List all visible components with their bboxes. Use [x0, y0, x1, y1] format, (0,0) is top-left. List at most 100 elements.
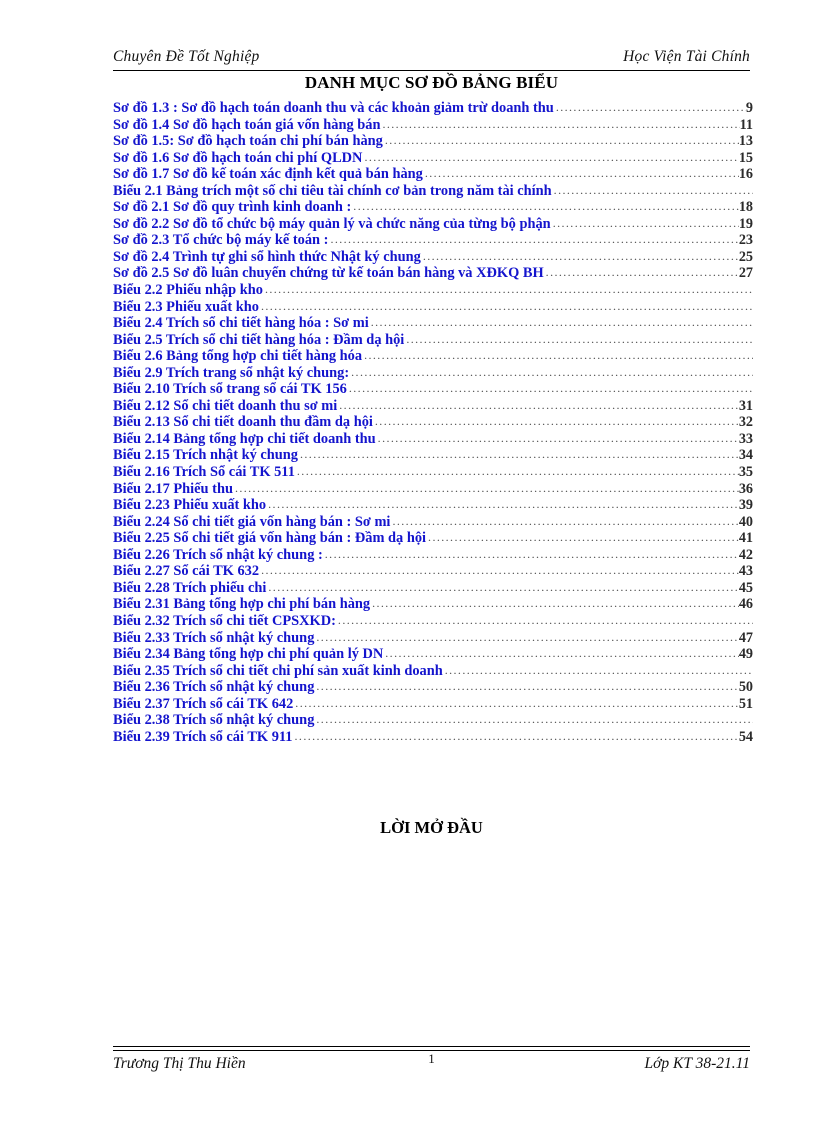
toc-leader-dots	[425, 166, 739, 183]
toc-leader-dots	[378, 431, 739, 448]
toc-entry[interactable]: Biểu 2.17 Phiếu thu 36	[113, 481, 753, 498]
toc-entry-label: Biểu 2.36 Trích sổ nhật ký chung	[113, 679, 315, 696]
toc-entry-label: Sơ đồ 1.3 : Sơ đồ hạch toán doanh thu và…	[113, 100, 554, 116]
toc-leader-dots	[553, 216, 739, 233]
toc-leader-dots	[339, 398, 739, 415]
toc-entry-label: Biểu 2.34 Bảng tổng hợp chi phí quản lý …	[113, 646, 384, 663]
toc-leader-dots	[375, 414, 739, 431]
toc-entry[interactable]: Biểu 2.24 Sổ chi tiết giá vốn hàng bán :…	[113, 514, 753, 531]
toc-leader-dots	[423, 249, 739, 266]
toc-entry[interactable]: Biểu 2.5 Trích sổ chi tiết hàng hóa : Đầ…	[113, 332, 753, 349]
toc-entry-page-number: 25	[738, 248, 753, 265]
toc-entry-label: Biểu 2.39 Trích sổ cái TK 911	[113, 728, 293, 745]
toc-entry-page-number: 51	[738, 695, 753, 712]
toc-entry[interactable]: Biểu 2.31 Bảng tổng hợp chi phí bán hàng…	[113, 596, 753, 613]
toc-entry-label: Biểu 2.31 Bảng tổng hợp chi phí bán hàng	[113, 596, 371, 613]
toc-leader-dots	[316, 630, 738, 647]
toc-entry-page-number: 54	[738, 728, 753, 745]
toc-entry-label: Sơ đồ 1.4 Sơ đồ hạch toán giá vốn hàng b…	[113, 116, 381, 133]
toc-leader-dots	[297, 464, 739, 481]
toc-entry-label: Biểu 2.12 Sổ chi tiết doanh thu sơ mi	[113, 397, 338, 414]
toc-leader-dots	[392, 514, 738, 531]
toc-entry[interactable]: Biểu 2.9 Trích trang sổ nhật ký chung:	[113, 365, 753, 382]
toc-entry[interactable]: Sơ đồ 1.3 : Sơ đồ hạch toán doanh thu và…	[113, 100, 753, 117]
toc-entry-page-number: 31	[738, 397, 753, 414]
toc-entry-label: Biểu 2.15 Trích nhật ký chung	[113, 447, 298, 464]
toc-leader-dots	[556, 100, 746, 117]
toc-entry-label: Biểu 2.17 Phiếu thu	[113, 480, 233, 497]
toc-leader-dots	[428, 530, 739, 547]
toc-entry[interactable]: Sơ đồ 1.6 Sơ đồ hạch toán chi phí QLDN 15	[113, 150, 753, 167]
toc-entry-page-number: 9	[745, 100, 753, 116]
toc-entry[interactable]: Biểu 2.26 Trích sổ nhật ký chung : 42	[113, 547, 753, 564]
toc-entry[interactable]: Sơ đồ 2.3 Tổ chức bộ máy kế toán : 23	[113, 232, 753, 249]
toc-entry-page-number: 45	[738, 579, 753, 596]
toc-entry[interactable]: Biểu 2.6 Bảng tổng hợp chi tiết hàng hóa	[113, 348, 753, 365]
toc-entry[interactable]: Sơ đồ 2.4 Trình tự ghi sổ hình thức Nhật…	[113, 249, 753, 266]
toc-leader-dots	[300, 447, 739, 464]
page-title: DANH MỤC SƠ ĐỒ BẢNG BIỂU	[304, 73, 559, 92]
toc-leader-dots	[330, 232, 738, 249]
toc-entry[interactable]: Biểu 2.38 Trích sổ nhật ký chung	[113, 712, 753, 729]
toc-entry[interactable]: Sơ đồ 2.2 Sơ đồ tổ chức bộ máy quản lý v…	[113, 216, 753, 233]
toc-entry[interactable]: Sơ đồ 1.4 Sơ đồ hạch toán giá vốn hàng b…	[113, 117, 753, 134]
toc-entry[interactable]: Biểu 2.2 Phiếu nhập kho	[113, 282, 753, 299]
toc-entry[interactable]: Biểu 2.33 Trích sổ nhật ký chung 47	[113, 630, 753, 647]
toc-entry-label: Sơ đồ 2.4 Trình tự ghi sổ hình thức Nhật…	[113, 248, 421, 265]
toc-entry[interactable]: Biểu 2.27 Sổ cái TK 632 43	[113, 563, 753, 580]
toc-entry[interactable]: Biểu 2.3 Phiếu xuất kho	[113, 299, 753, 316]
toc-entry[interactable]: Sơ đồ 2.5 Sơ đồ luân chuyển chứng từ kế …	[113, 265, 753, 282]
toc-leader-dots	[261, 299, 753, 316]
toc-entry[interactable]: Biểu 2.35 Trích sổ chi tiết chi phí sản …	[113, 663, 753, 680]
document-page: Chuyên Đề Tốt Nghiệp Học Viện Tài Chính …	[0, 0, 816, 1123]
toc-entry[interactable]: Biểu 2.12 Sổ chi tiết doanh thu sơ mi 31	[113, 398, 753, 415]
toc-entry[interactable]: Biểu 2.4 Trích sổ chi tiết hàng hóa : Sơ…	[113, 315, 753, 332]
toc-leader-dots	[364, 150, 738, 167]
running-header: Chuyên Đề Tốt Nghiệp Học Viện Tài Chính	[113, 48, 750, 66]
toc-entry[interactable]: Sơ đồ 1.5: Sơ đồ hạch toán chi phí bán h…	[113, 133, 753, 150]
toc-entry[interactable]: Biểu 2.34 Bảng tổng hợp chi phí quản lý …	[113, 646, 753, 663]
toc-leader-dots	[338, 613, 753, 630]
toc-leader-dots	[351, 365, 753, 382]
toc-entry[interactable]: Biểu 2.32 Trích sổ chi tiết CPSXKD:	[113, 613, 753, 630]
toc-entry-page-number: 19	[738, 215, 753, 232]
toc-entry-page-number: 35	[738, 464, 753, 481]
toc-entry[interactable]: Biểu 2.39 Trích sổ cái TK 911 54	[113, 729, 753, 746]
toc-leader-dots	[372, 596, 739, 613]
section-heading-loi-mo-dau: LỜI MỞ ĐẦU	[380, 818, 483, 837]
toc-entry[interactable]: Biểu 2.15 Trích nhật ký chung 34	[113, 447, 753, 464]
toc-entry-label: Biểu 2.1 Bảng trích một số chỉ tiêu tài …	[113, 182, 552, 199]
toc-entry[interactable]: Biểu 2.37 Trích sổ cái TK 642 51	[113, 696, 753, 713]
toc-entry-label: Biểu 2.4 Trích sổ chi tiết hàng hóa : Sơ…	[113, 315, 369, 332]
toc-entry[interactable]: Biểu 2.10 Trích sổ trang sổ cái TK 156	[113, 381, 753, 398]
header-divider-rule	[113, 70, 750, 71]
toc-entry-label: Biểu 2.32 Trích sổ chi tiết CPSXKD:	[113, 612, 336, 629]
toc-entry[interactable]: Biểu 2.25 Sổ chi tiết giá vốn hàng bán :…	[113, 530, 753, 547]
toc-entry-page-number: 13	[738, 133, 753, 150]
toc-entry-label: Biểu 2.10 Trích sổ trang sổ cái TK 156	[113, 381, 347, 398]
toc-entry-page-number: 36	[738, 480, 753, 497]
toc-entry[interactable]: Sơ đồ 2.1 Sơ đồ quy trình kinh doanh : 18	[113, 199, 753, 216]
toc-entry-page-number: 23	[738, 232, 753, 249]
toc-entry[interactable]: Sơ đồ 1.7 Sơ đồ kế toán xác định kết quả…	[113, 166, 753, 183]
toc-entry[interactable]: Biểu 2.13 Sổ chi tiết doanh thu đầm dạ h…	[113, 414, 753, 431]
toc-entry[interactable]: Biểu 2.28 Trích phiếu chi 45	[113, 580, 753, 597]
toc-entry[interactable]: Biểu 2.16 Trích Sổ cái TK 511 35	[113, 464, 753, 481]
toc-entry[interactable]: Biểu 2.36 Trích sổ nhật ký chung 50	[113, 679, 753, 696]
toc-entry-label: Biểu 2.33 Trích sổ nhật ký chung	[113, 629, 315, 646]
footer-divider-rule-top	[113, 1046, 750, 1047]
toc-entry-page-number: 27	[738, 265, 753, 282]
toc-entry-page-number: 47	[738, 629, 753, 646]
toc-entry-label: Biểu 2.3 Phiếu xuất kho	[113, 298, 259, 315]
toc-leader-dots	[316, 712, 753, 729]
toc-leader-dots	[295, 696, 739, 713]
toc-entry-label: Biểu 2.13 Sổ chi tiết doanh thu đầm dạ h…	[113, 414, 373, 431]
toc-leader-dots	[406, 332, 753, 349]
toc-entry[interactable]: Biểu 2.14 Bảng tổng hợp chi tiết doanh t…	[113, 431, 753, 448]
toc-entry-label: Biểu 2.24 Sổ chi tiết giá vốn hàng bán :…	[113, 513, 391, 530]
toc-entry-label: Biểu 2.9 Trích trang sổ nhật ký chung:	[113, 364, 350, 381]
toc-entry-label: Biểu 2.26 Trích sổ nhật ký chung :	[113, 546, 323, 563]
toc-entry-page-number: 42	[738, 546, 753, 563]
toc-entry[interactable]: Biểu 2.23 Phiếu xuất kho 39	[113, 497, 753, 514]
toc-entry[interactable]: Biểu 2.1 Bảng trích một số chỉ tiêu tài …	[113, 183, 753, 200]
